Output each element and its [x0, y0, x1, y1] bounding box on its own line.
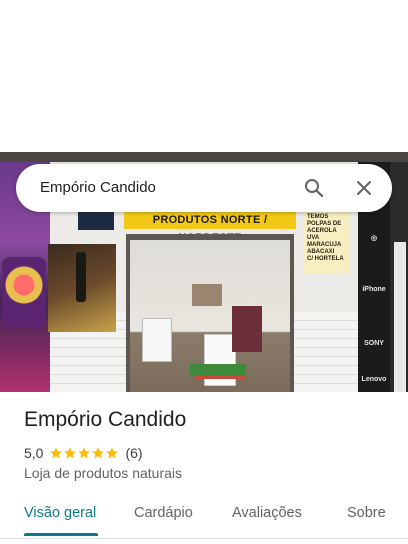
- tab-about[interactable]: Sobre: [347, 497, 386, 533]
- tabs-divider: [0, 538, 408, 539]
- menu-line: UVA: [307, 235, 320, 241]
- product-shelf: [190, 364, 246, 376]
- menu-line: C/ HORTELA: [307, 256, 344, 262]
- active-tab-indicator: [24, 533, 98, 536]
- star-icon: [78, 447, 91, 459]
- neighbor-storefront: [390, 162, 408, 392]
- close-icon[interactable]: [352, 176, 376, 200]
- place-category: Loja de produtos naturais: [24, 465, 182, 481]
- rating-row[interactable]: 5,0 (6): [24, 444, 143, 462]
- star-icon: [64, 447, 77, 459]
- menu-line: ABACAXI: [307, 249, 335, 255]
- search-input[interactable]: Empório Candido: [40, 164, 156, 212]
- small-sign: [78, 210, 114, 230]
- tab-menu[interactable]: Cardápio: [134, 497, 193, 533]
- store-sign: PRODUTOS NORTE / NORDESTE: [124, 211, 296, 244]
- panel-label-sony: SONY: [364, 340, 384, 347]
- cabinet: [142, 318, 172, 362]
- panel-label-lenovo: Lenovo: [361, 376, 387, 383]
- bottle-image: [76, 252, 86, 302]
- place-tabs: Visão geral Cardápio Avaliações Sobre: [0, 497, 408, 537]
- menu-line: TEMOS: [307, 214, 329, 220]
- motorola-logo-icon: ◎: [370, 235, 378, 242]
- tab-reviews[interactable]: Avaliações: [232, 497, 302, 533]
- tab-overview[interactable]: Visão geral: [24, 497, 96, 533]
- chair: [232, 306, 262, 352]
- search-icon[interactable]: [302, 176, 326, 200]
- search-bar[interactable]: Empório Candido: [16, 164, 392, 212]
- menu-line: ACEROLA: [307, 228, 337, 234]
- top-blank-area: [0, 0, 408, 152]
- star-icon: [92, 447, 105, 459]
- menu-line: POLPAS DE: [307, 221, 342, 227]
- menu-board: TEMOS POLPAS DE ACEROLA UVA MARACUJA ABA…: [304, 212, 350, 274]
- menu-line: MARACUJA: [307, 242, 342, 248]
- star-icon: [106, 447, 119, 459]
- store-interior: [130, 240, 290, 392]
- place-title: Empório Candido: [24, 408, 187, 431]
- panel-label-iphone: iPhone: [362, 286, 386, 293]
- neighbor-window: [394, 242, 406, 392]
- review-count[interactable]: (6): [125, 445, 142, 461]
- wine-poster: [48, 244, 116, 332]
- wall-picture: [192, 284, 222, 306]
- acai-bowl-image: [2, 257, 46, 327]
- rating-value: 5,0: [24, 445, 44, 461]
- awning: [0, 152, 408, 162]
- star-icon: [50, 447, 63, 459]
- rating-stars: [49, 446, 119, 460]
